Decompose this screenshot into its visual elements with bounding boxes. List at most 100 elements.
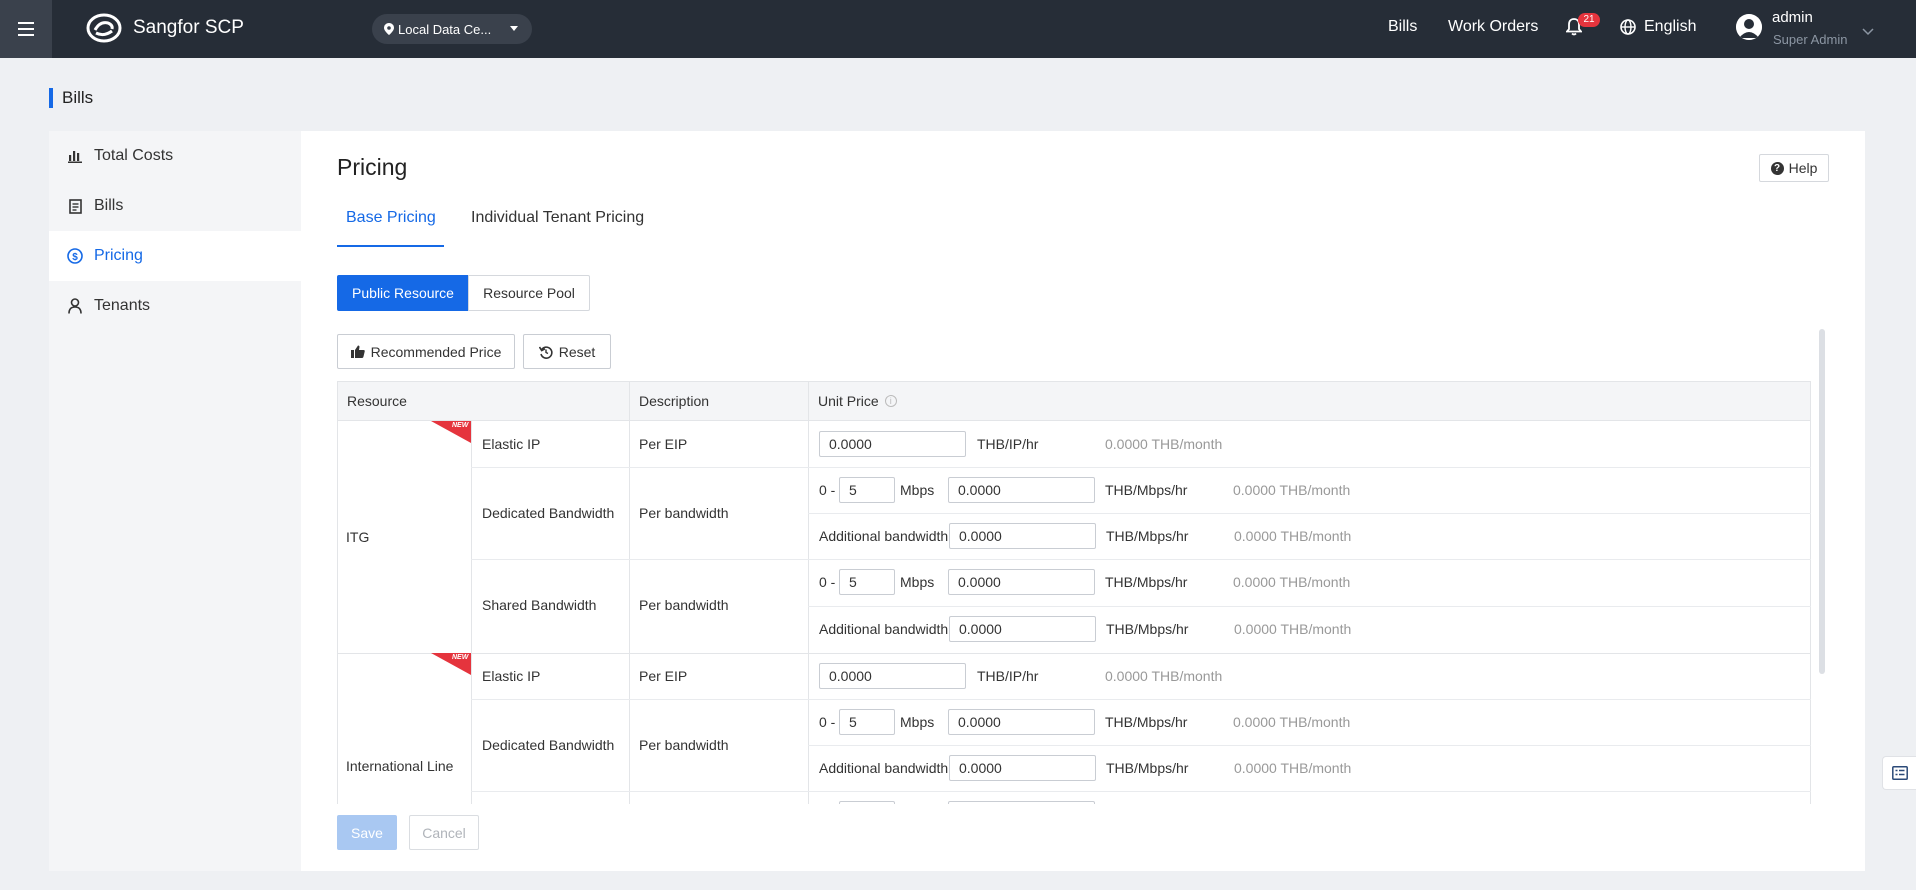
table-scrollbar-thumb[interactable] <box>1819 329 1825 674</box>
price-unit: THB/IP/hr <box>977 668 1039 684</box>
language-switcher[interactable]: English <box>1620 18 1696 36</box>
new-badge-label: NEW <box>452 654 469 661</box>
sidebar-item-tenants[interactable]: Tenants <box>49 281 301 331</box>
additional-price-input[interactable]: 0.0000 <box>949 616 1096 642</box>
resource-group-label: International Line <box>346 758 454 774</box>
resource-group-label: ITG <box>346 529 370 545</box>
description-label: Per EIP <box>639 668 688 684</box>
recommended-price-button[interactable]: Recommended Price <box>337 334 515 369</box>
additional-bandwidth-label: Additional bandwidth <box>819 621 949 637</box>
price-input[interactable]: 0.0000 <box>819 431 966 457</box>
new-badge-label: NEW <box>452 422 469 429</box>
column-header-description: Description <box>629 381 809 421</box>
description-label: Per bandwidth <box>639 737 729 753</box>
range-input[interactable]: 5 <box>839 477 895 503</box>
user-avatar[interactable] <box>1736 14 1762 40</box>
active-tab-indicator <box>337 245 444 247</box>
save-button[interactable]: Save <box>337 815 397 850</box>
range-prefix: 0 - <box>819 482 836 498</box>
sidebar: Total Costs Bills $ Pricing Tenants <box>49 131 301 871</box>
hamburger-menu-button[interactable] <box>0 0 52 58</box>
user-name[interactable]: admin <box>1772 9 1813 26</box>
resource-type-label: Dedicated Bandwidth <box>482 505 615 521</box>
user-role: Super Admin <box>1773 32 1848 47</box>
question-circle-icon: ? <box>1770 161 1784 175</box>
pricing-table: Resource Description Unit Price i NEW ITG… <box>337 381 1811 804</box>
app-logo[interactable]: Sangfor SCP <box>86 13 244 43</box>
help-button[interactable]: ? Help <box>1759 154 1829 182</box>
price-input[interactable]: 0.0000 <box>948 709 1095 735</box>
price-unit: THB/Mbps/hr <box>1106 760 1189 776</box>
range-prefix: 0 - <box>819 574 836 590</box>
cancel-button[interactable]: Cancel <box>409 815 479 850</box>
range-input[interactable]: 5 <box>839 569 895 595</box>
price-input[interactable]: 0.0000 <box>819 663 966 689</box>
page-title: Bills <box>49 88 93 108</box>
reset-label: Reset <box>558 343 596 360</box>
app-name: Sangfor SCP <box>133 17 244 38</box>
top-link-work-orders[interactable]: Work Orders <box>1448 18 1538 36</box>
tab-base-pricing[interactable]: Base Pricing <box>346 209 436 227</box>
sidebar-item-pricing[interactable]: $ Pricing <box>49 231 301 281</box>
sidebar-item-label: Bills <box>94 197 124 214</box>
segment-resource-pool[interactable]: Resource Pool <box>468 275 590 311</box>
monthly-price: 0.0000 THB/month <box>1233 574 1351 590</box>
datacenter-select[interactable]: Local Data Ce... <box>372 14 532 44</box>
sidebar-item-label: Pricing <box>94 247 143 264</box>
datacenter-value: Local Data Ce... <box>398 21 492 37</box>
monthly-price: 0.0000 THB/month <box>1234 528 1352 544</box>
range-prefix: 0 - <box>819 714 836 730</box>
additional-bandwidth-label: Additional bandwidth <box>819 760 949 776</box>
main-panel: Pricing ? Help Base Pricing Individual T… <box>301 131 1865 871</box>
top-link-bills[interactable]: Bills <box>1388 18 1417 36</box>
price-input[interactable] <box>948 801 1095 804</box>
resource-type-label: Elastic IP <box>482 436 541 452</box>
caret-down-icon <box>510 26 518 31</box>
sidebar-item-bills[interactable]: Bills <box>49 181 301 231</box>
price-unit: THB/Mbps/hr <box>1105 482 1188 498</box>
reset-button[interactable]: Reset <box>523 334 611 369</box>
column-header-unit-price: Unit Price i <box>808 381 1811 421</box>
additional-price-input[interactable]: 0.0000 <box>949 523 1096 549</box>
range-unit: Mbps <box>900 574 935 590</box>
resource-type-label: Dedicated Bandwidth <box>482 737 615 753</box>
additional-price-input[interactable]: 0.0000 <box>949 755 1096 781</box>
description-label: Per bandwidth <box>639 505 729 521</box>
floating-panel-button[interactable] <box>1882 756 1916 790</box>
help-label: Help <box>1788 160 1818 176</box>
sangfor-logo-icon <box>86 13 122 43</box>
info-icon[interactable]: i <box>884 395 897 407</box>
range-input[interactable]: 5 <box>839 709 895 735</box>
range-unit: Mbps <box>900 714 935 730</box>
range-input[interactable] <box>839 801 895 804</box>
price-unit: THB/Mbps/hr <box>1105 574 1188 590</box>
dollar-circle-icon: $ <box>67 248 83 264</box>
chevron-down-icon[interactable] <box>1862 23 1874 39</box>
price-unit: THB/Mbps/hr <box>1106 621 1189 637</box>
column-header-resource: Resource <box>337 381 630 421</box>
range-unit: Mbps <box>900 482 935 498</box>
globe-icon <box>1620 19 1636 35</box>
checklist-icon <box>1891 766 1908 780</box>
price-input[interactable]: 0.0000 <box>948 569 1095 595</box>
language-label: English <box>1644 18 1697 35</box>
location-pin-icon <box>384 23 394 35</box>
hamburger-icon <box>18 22 34 36</box>
sidebar-item-label: Total Costs <box>94 147 174 164</box>
sidebar-item-total-costs[interactable]: Total Costs <box>49 131 301 181</box>
reset-icon <box>538 345 553 359</box>
description-label: Per EIP <box>639 436 688 452</box>
price-input[interactable]: 0.0000 <box>948 477 1095 503</box>
section-title: Pricing <box>337 154 408 180</box>
user-icon <box>67 298 83 314</box>
resource-type-label: Shared Bandwidth <box>482 597 597 613</box>
segment-public-resource[interactable]: Public Resource <box>337 275 469 311</box>
bar-chart-icon <box>67 148 83 164</box>
notification-count-badge: 21 <box>1578 13 1600 27</box>
monthly-price: 0.0000 THB/month <box>1234 760 1352 776</box>
top-bar: Sangfor SCP Local Data Ce... Bills Work … <box>0 0 1916 58</box>
price-unit: THB/Mbps/hr <box>1105 714 1188 730</box>
monthly-price: 0.0000 THB/month <box>1105 668 1223 684</box>
monthly-price: 0.0000 THB/month <box>1233 482 1351 498</box>
tab-individual-tenant-pricing[interactable]: Individual Tenant Pricing <box>471 209 644 227</box>
